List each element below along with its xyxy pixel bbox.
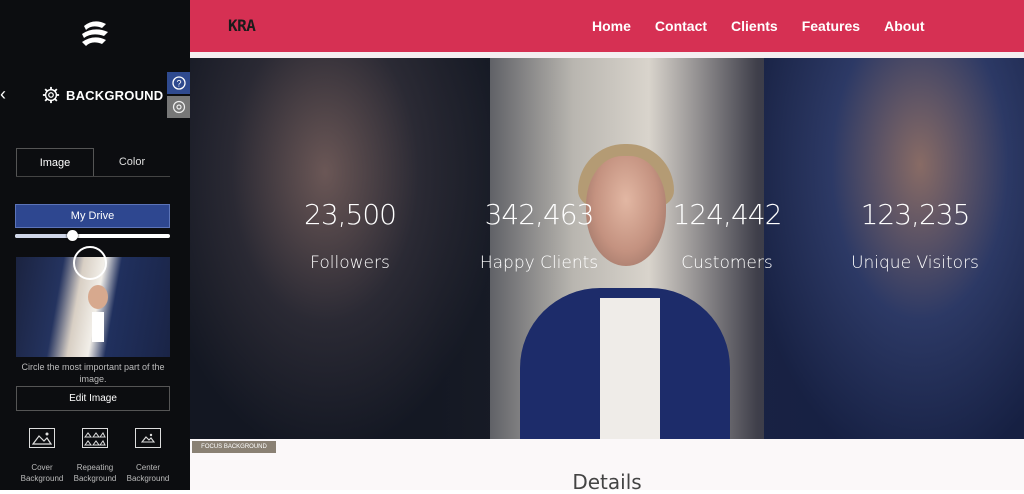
site-navbar: KRA Home Contact Clients Features About xyxy=(190,0,1024,52)
edit-image-button[interactable]: Edit Image xyxy=(16,386,170,411)
hero-subject-shirt xyxy=(600,298,660,439)
stat-customers: 124,442 Customers xyxy=(642,198,812,273)
thumbnail-subject xyxy=(88,285,108,309)
help-icon: ? xyxy=(171,76,186,90)
svg-text:?: ? xyxy=(176,79,181,89)
background-mode-options: Cover Background Repeating Background Ce… xyxy=(16,428,174,484)
help-button[interactable]: ? xyxy=(167,72,190,94)
center-background-label: Center Background xyxy=(126,463,170,483)
stat-label: Unique Visitors xyxy=(851,253,979,273)
stat-followers: 23,500 Followers xyxy=(265,198,435,273)
repeating-background-icon xyxy=(82,428,108,448)
focus-icon xyxy=(172,100,185,114)
focus-background-tag[interactable]: FOCUS BACKGROUND xyxy=(192,441,276,453)
panel-title: BACKGROUND xyxy=(66,87,164,103)
details-heading: Details xyxy=(572,470,642,494)
side-tool-buttons: ? xyxy=(167,72,190,118)
repeating-background-option[interactable]: Repeating Background xyxy=(69,428,121,484)
center-background-icon xyxy=(135,428,161,448)
stat-happy-clients: 342,463 Happy Clients xyxy=(454,198,624,273)
stat-number: 23,500 xyxy=(304,198,397,231)
stats-row: 23,500 Followers 342,463 Happy Clients 1… xyxy=(190,198,1024,288)
cover-background-icon xyxy=(29,428,55,448)
nav-home[interactable]: Home xyxy=(592,18,631,34)
stat-number: 342,463 xyxy=(484,198,595,231)
stat-label: Followers xyxy=(310,253,390,273)
cover-background-option[interactable]: Cover Background xyxy=(16,428,68,484)
focus-button[interactable] xyxy=(167,96,190,118)
editor-sidebar: ‹ BACKGROUND Image Color My Drive Circle… xyxy=(0,0,190,490)
focus-circle-handle[interactable] xyxy=(73,246,107,280)
stat-label: Customers xyxy=(681,253,773,273)
image-color-tabs: Image Color xyxy=(16,148,170,177)
slider-handle[interactable] xyxy=(67,230,79,241)
nav-contact[interactable]: Contact xyxy=(655,18,707,34)
nav-features[interactable]: Features xyxy=(802,18,860,34)
image-slider[interactable] xyxy=(15,230,170,241)
hero-section[interactable]: 23,500 Followers 342,463 Happy Clients 1… xyxy=(190,58,1024,439)
site-nav: Home Contact Clients Features About xyxy=(592,0,925,52)
stat-number: 123,235 xyxy=(860,198,971,231)
stat-label: Happy Clients xyxy=(479,253,599,273)
gear-icon xyxy=(42,86,60,104)
stat-unique-visitors: 123,235 Unique Visitors xyxy=(830,198,1000,273)
app-logo xyxy=(82,21,108,46)
cover-background-label: Cover Background xyxy=(20,463,64,483)
site-brand[interactable]: KRA xyxy=(228,16,256,35)
tab-image[interactable]: Image xyxy=(16,148,94,176)
center-background-option[interactable]: Center Background xyxy=(122,428,174,484)
slider-fill xyxy=(15,234,73,238)
chevron-left-icon[interactable]: ‹ xyxy=(0,84,6,105)
my-drive-button[interactable]: My Drive xyxy=(15,204,170,228)
focus-hint: Circle the most important part of the im… xyxy=(21,362,165,384)
panel-header: BACKGROUND xyxy=(42,86,163,104)
stat-number: 124,442 xyxy=(672,198,783,231)
nav-clients[interactable]: Clients xyxy=(731,18,778,34)
thumbnail-shirt xyxy=(92,312,104,342)
nav-about[interactable]: About xyxy=(884,18,924,34)
tab-color[interactable]: Color xyxy=(94,148,170,176)
repeating-background-label: Repeating Background xyxy=(73,463,117,483)
